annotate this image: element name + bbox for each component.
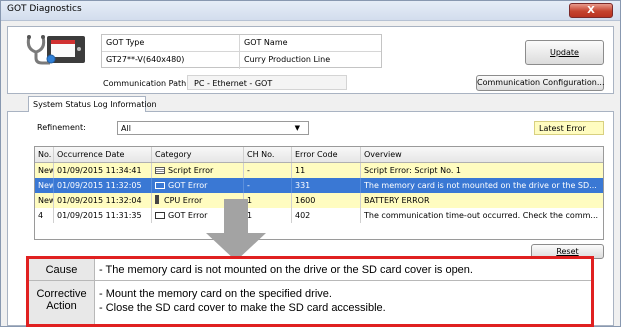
title-bar xyxy=(1,1,620,21)
latest-error-badge: Latest Error xyxy=(534,121,604,135)
row-error-code: 11 xyxy=(292,163,361,178)
corrective-action-label-line-2: Action xyxy=(46,300,77,312)
column-header-error-code[interactable]: Error Code xyxy=(292,147,361,162)
row-occurrence-date: 01/09/2015 11:32:05 xyxy=(54,178,152,193)
row-overview: Script Error: Script No. 1 xyxy=(364,166,462,175)
reset-button-label: Reset xyxy=(556,247,579,256)
got-diagnostics-icon xyxy=(23,33,87,65)
update-button-label: Update xyxy=(550,48,579,57)
category-text: GOT Error xyxy=(168,181,208,190)
error-detail-callout: Cause - The memory card is not mounted o… xyxy=(26,256,594,327)
close-button[interactable]: X xyxy=(569,3,613,18)
corrective-action-line-2: - Close the SD card cover to make the SD… xyxy=(99,302,386,314)
table-header-row: No. Occurrence Date Category CH No. Erro… xyxy=(35,147,603,163)
row-no: New xyxy=(35,163,54,178)
column-header-no[interactable]: No. xyxy=(35,147,54,162)
row-error-code: 1600 xyxy=(292,193,361,208)
column-header-category[interactable]: Category xyxy=(152,147,244,162)
refinement-value: All xyxy=(121,124,131,133)
monitor-icon xyxy=(155,182,165,189)
row-no: New xyxy=(35,178,54,193)
arrow-down-icon xyxy=(206,199,266,261)
got-type-value: GT27**-V(640x480) xyxy=(102,52,240,69)
row-overview: BATTERY ERROR xyxy=(364,196,430,205)
table-row[interactable]: New 01/09/2015 11:32:05 GOT Error -331 The m… xyxy=(35,178,603,193)
corrective-action-label: Corrective Action xyxy=(29,281,95,324)
row-overview: The memory card is not mounted on the dr… xyxy=(364,181,597,190)
got-name-value: Curry Production Line xyxy=(244,55,331,64)
column-header-date[interactable]: Occurrence Date xyxy=(54,147,152,162)
error-log-table: No. Occurrence Date Category CH No. Erro… xyxy=(34,146,604,240)
row-occurrence-date: 01/09/2015 11:34:41 xyxy=(54,163,152,178)
window-title: GOT Diagnostics xyxy=(7,4,82,14)
corrective-action-label-line-1: Corrective xyxy=(36,288,87,300)
cause-text: - The memory card is not mounted on the … xyxy=(95,259,591,281)
row-no: New xyxy=(35,193,54,208)
corrective-action-text: - Mount the memory card on the specified… xyxy=(95,281,591,324)
table-row[interactable]: New 01/09/2015 11:32:04 CPU Error 1 1600 BATT… xyxy=(35,193,603,208)
column-header-ch-no[interactable]: CH No. xyxy=(244,147,292,162)
comm-path-value: PC - Ethernet - GOT xyxy=(187,75,347,90)
row-no: 4 xyxy=(35,208,54,223)
got-type-label: GOT Type xyxy=(102,35,240,52)
refinement-label: Refinement: xyxy=(37,123,86,132)
table-row[interactable]: New 01/09/2015 11:34:41 Script Error -11 Scr… xyxy=(35,163,603,178)
cpu-icon xyxy=(155,195,159,204)
row-error-code: 331 xyxy=(292,178,361,193)
comm-config-button[interactable]: Communication Configuration... xyxy=(476,75,604,91)
refinement-select[interactable]: All ▼ xyxy=(117,121,309,135)
corrective-action-line-1: - Mount the memory card on the specified… xyxy=(99,288,332,300)
row-category: GOT Error xyxy=(152,178,244,193)
tab-system-status-log[interactable]: System Status Log Information xyxy=(28,96,157,112)
row-occurrence-date: 01/09/2015 11:31:35 xyxy=(54,208,152,223)
row-error-code: 402 xyxy=(292,208,361,223)
comm-path-label: Communication Path: xyxy=(103,79,189,88)
got-name-label: GOT Name xyxy=(240,35,381,52)
row-category: Script Error xyxy=(152,163,244,178)
row-ch-no: - xyxy=(244,178,292,193)
column-header-overview[interactable]: Overview xyxy=(361,147,603,162)
category-text: GOT Error xyxy=(168,211,208,220)
table-row[interactable]: 4 01/09/2015 11:31:35 GOT Error 1 402 The com… xyxy=(35,208,603,223)
row-overview: The communication time-out occurred. Che… xyxy=(364,211,599,220)
row-occurrence-date: 01/09/2015 11:32:04 xyxy=(54,193,152,208)
update-button[interactable]: Update xyxy=(525,40,604,65)
chevron-down-icon: ▼ xyxy=(294,124,300,132)
category-text: CPU Error xyxy=(164,196,203,205)
script-icon xyxy=(155,167,165,174)
monitor-icon xyxy=(155,212,165,219)
row-ch-no: - xyxy=(244,163,292,178)
category-text: Script Error xyxy=(168,166,214,175)
cause-label: Cause xyxy=(29,259,95,281)
